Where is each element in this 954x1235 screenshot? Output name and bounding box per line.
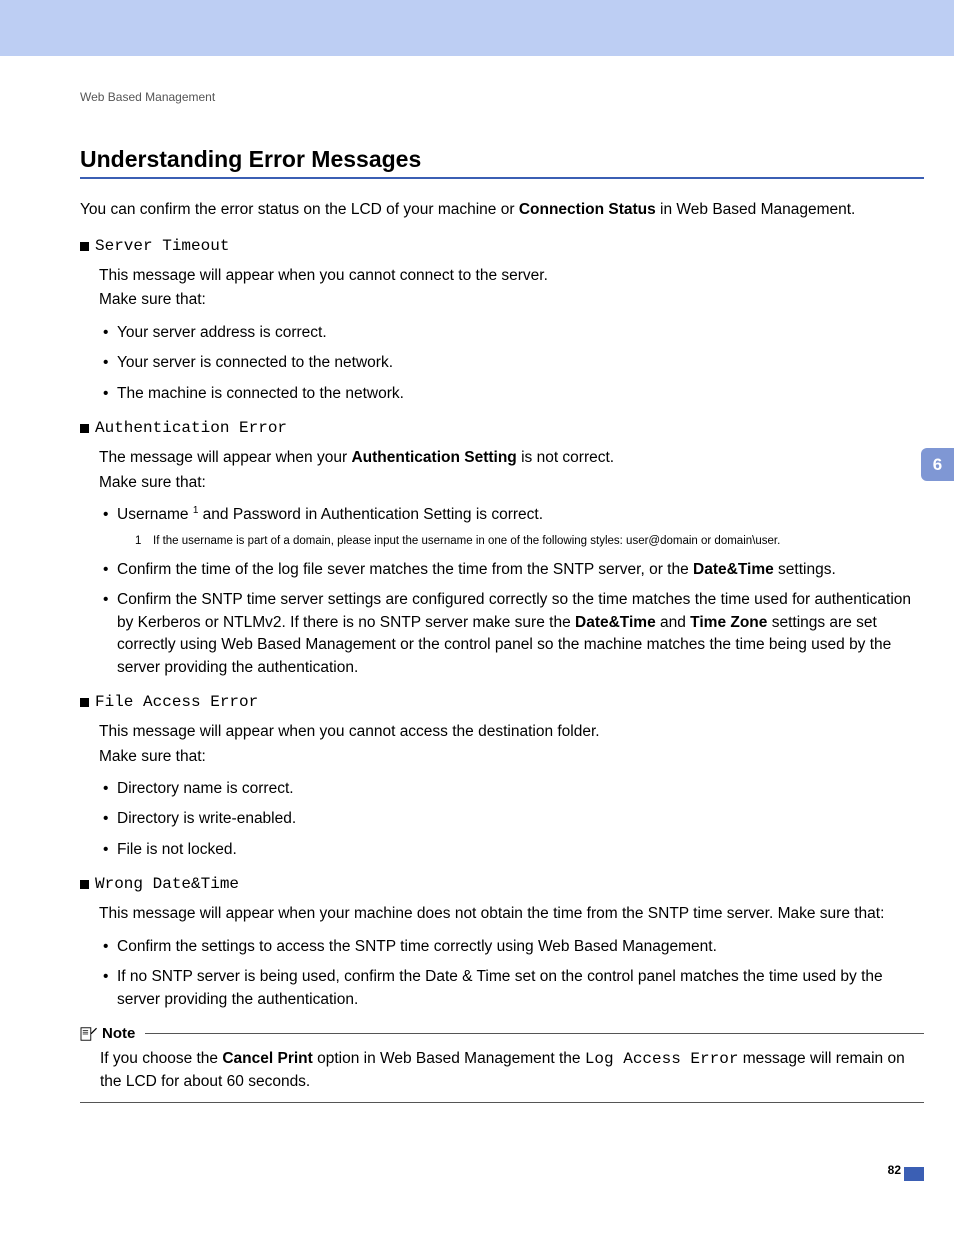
sub-bullet: The machine is connected to the network.: [99, 383, 924, 405]
divider: [145, 1033, 924, 1034]
error-desc: Make sure that:: [99, 289, 924, 311]
error-title: Authentication Error: [95, 419, 287, 437]
square-bullet-icon: [80, 698, 89, 707]
intro-text-post: in Web Based Management.: [656, 201, 856, 218]
intro-paragraph: You can confirm the error status on the …: [80, 199, 924, 221]
text: and: [656, 614, 690, 631]
error-desc: The message will appear when your Authen…: [99, 447, 924, 469]
square-bullet-icon: [80, 242, 89, 251]
error-desc: Make sure that:: [99, 746, 924, 768]
text: settings.: [774, 561, 836, 578]
sub-bullet: Confirm the settings to access the SNTP …: [99, 936, 924, 958]
text-bold: Date&Time: [575, 614, 656, 631]
text-bold: Authentication Setting: [351, 449, 516, 466]
square-bullet-icon: [80, 424, 89, 433]
note-block: Note If you choose the Cancel Print opti…: [80, 1025, 924, 1103]
sub-bullet: Confirm the SNTP time server settings ar…: [99, 589, 924, 679]
square-bullet-icon: [80, 880, 89, 889]
error-desc: This message will appear when you cannot…: [99, 721, 924, 743]
page-content: Web Based Management Understanding Error…: [0, 56, 954, 1103]
list-item: Authentication Error The message will ap…: [80, 419, 924, 679]
sub-bullet: File is not locked.: [99, 839, 924, 861]
page-number: 82: [888, 1163, 901, 1177]
footnote: 1If the username is part of a domain, pl…: [135, 533, 924, 549]
text: and Password in Authentication Setting i…: [198, 506, 543, 523]
intro-text-pre: You can confirm the error status on the …: [80, 201, 519, 218]
sub-bullet: Username 1 and Password in Authenticatio…: [99, 504, 924, 549]
note-body: If you choose the Cancel Print option in…: [80, 1042, 924, 1103]
sub-bullet: Confirm the time of the log file sever m…: [99, 559, 924, 581]
breadcrumb: Web Based Management: [80, 90, 924, 104]
text: The message will appear when your: [99, 449, 351, 466]
text: is not correct.: [517, 449, 614, 466]
note-icon: [80, 1026, 98, 1042]
error-desc: This message will appear when you cannot…: [99, 265, 924, 287]
page-title: Understanding Error Messages: [80, 146, 924, 179]
sub-bullet: Your server is connected to the network.: [99, 352, 924, 374]
text-bold: Date&Time: [693, 561, 774, 578]
text-bold: Cancel Print: [222, 1050, 312, 1067]
error-title: File Access Error: [95, 693, 258, 711]
intro-bold: Connection Status: [519, 201, 656, 218]
text: Username: [117, 506, 193, 523]
sub-bullet: Directory is write-enabled.: [99, 808, 924, 830]
list-item: File Access Error This message will appe…: [80, 693, 924, 861]
error-title: Wrong Date&Time: [95, 875, 239, 893]
list-item: Server Timeout This message will appear …: [80, 237, 924, 405]
chapter-tab: 6: [921, 448, 954, 481]
text: option in Web Based Management the: [313, 1050, 585, 1067]
note-label: Note: [102, 1025, 135, 1042]
text: If you choose the: [100, 1050, 222, 1067]
text-mono: Log Access Error: [585, 1050, 739, 1068]
list-item: Wrong Date&Time This message will appear…: [80, 875, 924, 1011]
page-accent: [904, 1167, 924, 1181]
sub-bullet: If no SNTP server is being used, confirm…: [99, 966, 924, 1011]
sub-bullet: Your server address is correct.: [99, 322, 924, 344]
text: Confirm the time of the log file sever m…: [117, 561, 693, 578]
error-list: Server Timeout This message will appear …: [80, 237, 924, 1012]
footnote-num: 1: [135, 533, 153, 549]
footnote-text: If the username is part of a domain, ple…: [153, 535, 780, 547]
text-bold: Time Zone: [690, 614, 767, 631]
error-title: Server Timeout: [95, 237, 229, 255]
error-desc: Make sure that:: [99, 472, 924, 494]
top-banner: [0, 0, 954, 56]
sub-bullet: Directory name is correct.: [99, 778, 924, 800]
error-desc: This message will appear when your machi…: [99, 903, 924, 925]
